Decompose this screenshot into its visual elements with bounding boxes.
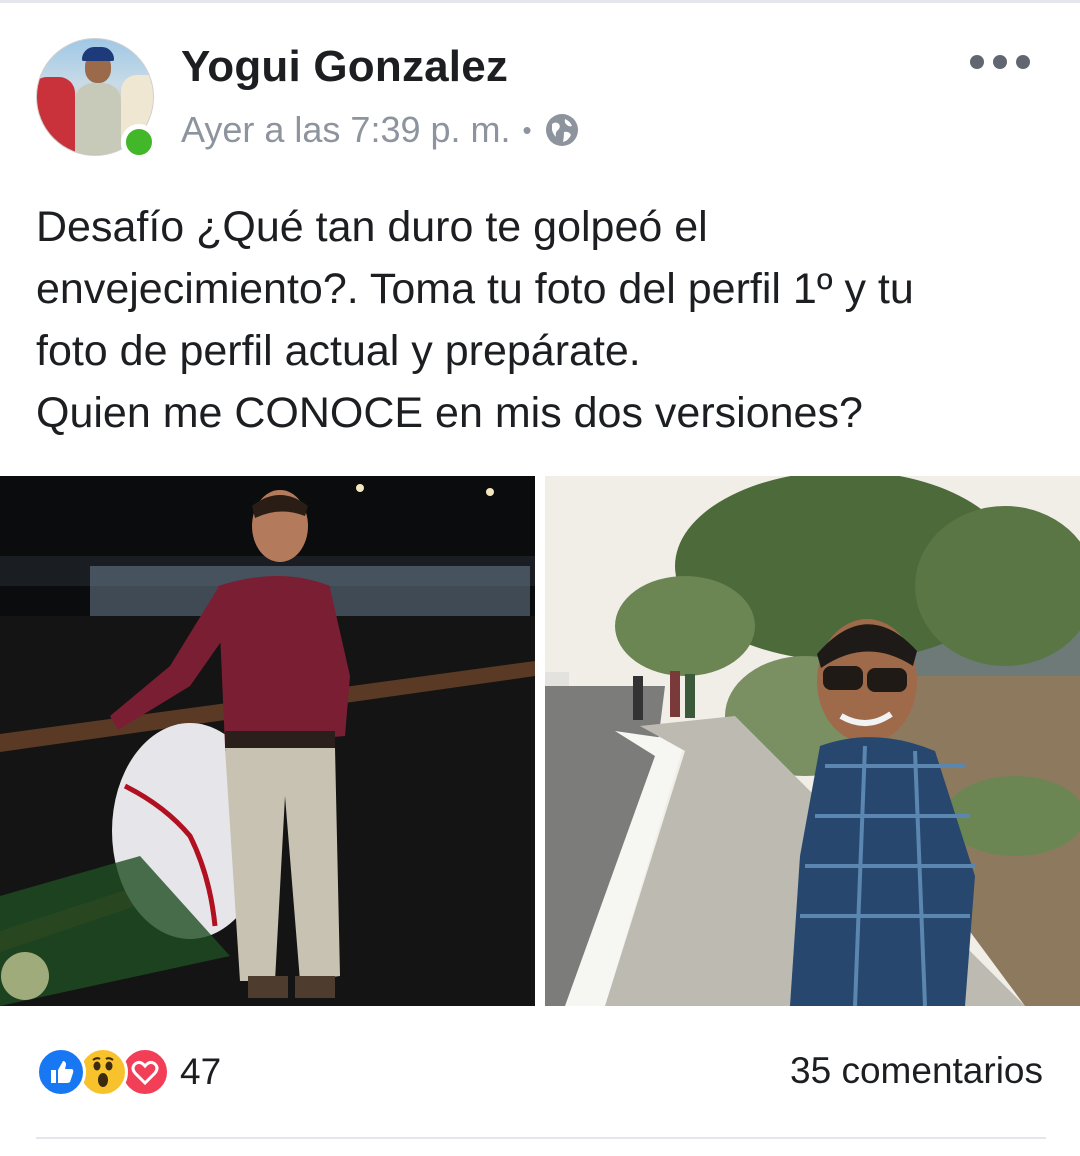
facebook-post: Yogui Gonzalez Ayer a las 7:39 p. m. • D… bbox=[0, 0, 1080, 1156]
author-name[interactable]: Yogui Gonzalez bbox=[181, 42, 508, 92]
online-status-icon bbox=[121, 124, 157, 160]
post-meta: Ayer a las 7:39 p. m. • bbox=[181, 108, 580, 152]
post-timestamp[interactable]: Ayer a las 7:39 p. m. bbox=[181, 109, 511, 151]
like-icon bbox=[36, 1047, 86, 1097]
meta-separator: • bbox=[522, 114, 532, 145]
avatar-cap bbox=[82, 47, 114, 61]
avatar-jersey-red bbox=[37, 77, 75, 155]
post-text: Desafío ¿Qué tan duro te golpeó el envej… bbox=[36, 196, 1046, 444]
reactions-summary[interactable]: 47 bbox=[36, 1046, 221, 1098]
more-options-button[interactable] bbox=[970, 44, 1030, 80]
more-dot-icon bbox=[993, 55, 1007, 69]
more-dot-icon bbox=[970, 55, 984, 69]
footer-divider bbox=[36, 1137, 1046, 1139]
reaction-count: 47 bbox=[180, 1051, 222, 1092]
author-avatar[interactable] bbox=[36, 38, 157, 160]
post-text-line: Quien me CONOCE en mis dos versiones? bbox=[36, 389, 863, 437]
avatar-person-body bbox=[75, 83, 121, 155]
more-dot-icon bbox=[1016, 55, 1030, 69]
photo-current-profile[interactable] bbox=[545, 476, 1080, 1006]
post-text-line: Desafío ¿Qué tan duro te golpeó el bbox=[36, 203, 708, 251]
globe-icon[interactable] bbox=[544, 112, 580, 148]
photo-past-profile[interactable] bbox=[0, 476, 535, 1006]
comments-count-link[interactable]: 35 comentarios bbox=[790, 1050, 1043, 1092]
post-text-line: foto de perfil actual y prepárate. bbox=[36, 327, 641, 375]
post-text-line: envejecimiento?. Toma tu foto del perfil… bbox=[36, 265, 914, 313]
top-divider bbox=[0, 0, 1080, 3]
